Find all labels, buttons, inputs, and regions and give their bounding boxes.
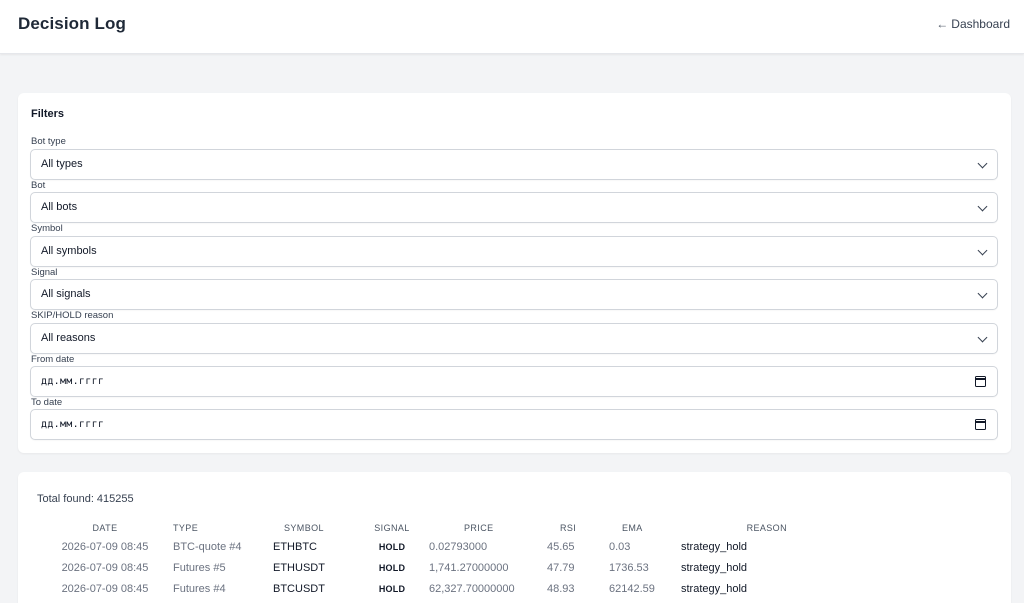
bot-type-value: All types [41, 158, 83, 170]
cell-symbol: BTCUSDT [273, 582, 325, 595]
chevron-down-icon [977, 158, 988, 169]
dashboard-link-label: Dashboard [951, 17, 1010, 31]
cell-date: 2026-07-09 08:45 [61, 540, 149, 553]
arrow-left-icon: ← [936, 17, 949, 31]
reason-select[interactable]: All reasons [30, 323, 998, 354]
cell-signal: HOLD [355, 578, 429, 599]
cell-signal: HOLD [355, 536, 429, 557]
chevron-down-icon [977, 245, 988, 256]
bot-label: Bot [31, 180, 46, 191]
decision-table: Date Type Symbol Signal Price RSI EMA Re… [37, 519, 797, 599]
bot-value: All bots [41, 201, 78, 213]
from-date-input[interactable]: дд.мм.гггг [30, 366, 998, 397]
cell-rsi: 48.93 [547, 582, 575, 595]
to-date-label: To date [31, 397, 63, 408]
signal-select[interactable]: All signals [30, 279, 998, 310]
symbol-label: Symbol [31, 223, 63, 234]
cell-type: BTC-quote #4 [173, 540, 242, 553]
to-date-value: дд.мм.гггг [41, 419, 105, 430]
cell-price: 0.02793000 [429, 540, 488, 553]
top-bar: Decision Log ← Dashboard [0, 0, 1024, 54]
chevron-down-icon [977, 288, 988, 299]
calendar-icon[interactable] [975, 376, 986, 387]
symbol-select[interactable]: All symbols [30, 236, 998, 267]
from-date-value: дд.мм.гггг [41, 376, 105, 387]
column-header-price[interactable]: Price [429, 519, 547, 536]
cell-rsi: 45.65 [547, 540, 575, 553]
to-date-input[interactable]: дд.мм.гггг [30, 409, 998, 440]
signal-label: Signal [31, 267, 58, 278]
signal-value: All signals [41, 288, 91, 300]
column-header-type[interactable]: Type [173, 519, 273, 536]
column-header-reason[interactable]: Reason [681, 519, 797, 536]
chevron-down-icon [977, 332, 988, 343]
cell-symbol: ETHUSDT [273, 561, 325, 574]
dashboard-link[interactable]: ← Dashboard [936, 17, 1010, 31]
cell-date: 2026-07-09 08:45 [61, 582, 149, 595]
signal-badge: HOLD [378, 562, 406, 573]
reason-value: All reasons [41, 332, 96, 344]
table-row[interactable]: 2026-07-09 08:45 BTC-quote #4 ETHBTC HOL… [37, 536, 797, 557]
table-header-row: Date Type Symbol Signal Price RSI EMA Re… [37, 519, 797, 536]
cell-rsi: 47.79 [547, 561, 575, 574]
cell-price: 62,327.70000000 [429, 582, 515, 595]
cell-price: 1,741.27000000 [429, 561, 509, 574]
total-found: Total found: 415255 [37, 493, 134, 505]
cell-symbol: ETHBTC [273, 540, 317, 553]
bot-type-select[interactable]: All types [30, 149, 998, 180]
column-header-symbol[interactable]: Symbol [273, 519, 355, 536]
cell-reason: strategy_hold [681, 561, 748, 574]
column-header-ema[interactable]: EMA [609, 519, 681, 536]
cell-reason: strategy_hold [681, 540, 748, 553]
table-row[interactable]: 2026-07-09 08:45 Futures #4 BTCUSDT HOLD… [37, 578, 797, 599]
bot-select[interactable]: All bots [30, 192, 998, 223]
cell-date: 2026-07-09 08:45 [61, 561, 149, 574]
cell-reason: strategy_hold [681, 582, 748, 595]
signal-badge: HOLD [378, 583, 406, 594]
cell-type: Futures #4 [173, 582, 226, 595]
calendar-icon[interactable] [975, 419, 986, 430]
chevron-down-icon [977, 201, 988, 212]
cell-ema: 1736.53 [609, 561, 649, 574]
reason-label: SKIP/HOLD reason [31, 310, 114, 321]
cell-type: Futures #5 [173, 561, 226, 574]
cell-ema: 62142.59 [609, 582, 655, 595]
table-row[interactable]: 2026-07-09 08:45 Futures #5 ETHUSDT HOLD… [37, 557, 797, 578]
bot-type-label: Bot type [31, 136, 66, 147]
filters-card: Filters Bot type All types Bot All bots … [18, 93, 1011, 453]
signal-badge: HOLD [378, 541, 406, 552]
symbol-value: All symbols [41, 245, 97, 257]
column-header-rsi[interactable]: RSI [547, 519, 609, 536]
results-card: Total found: 415255 Date Type Symbol Sig… [18, 472, 1011, 603]
column-header-date[interactable]: Date [37, 519, 173, 536]
filters-title: Filters [31, 108, 65, 120]
cell-signal: HOLD [355, 557, 429, 578]
from-date-label: From date [31, 354, 75, 365]
page-title: Decision Log [18, 14, 126, 33]
column-header-signal[interactable]: Signal [355, 519, 429, 536]
cell-ema: 0.03 [609, 540, 631, 553]
